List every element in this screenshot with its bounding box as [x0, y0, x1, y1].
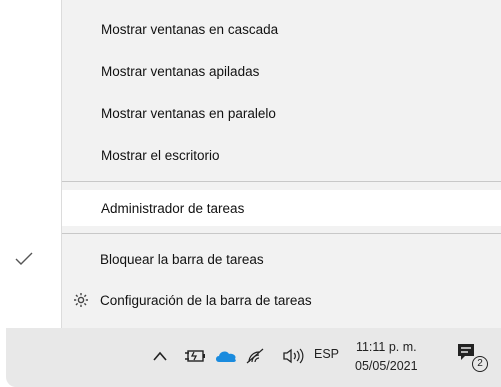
taskbar-context-menu: Mostrar ventanas en cascada Mostrar vent…: [61, 0, 501, 328]
wifi-icon[interactable]: [245, 345, 265, 367]
gear-icon: [71, 290, 91, 310]
menu-item-label: Mostrar ventanas apiladas: [101, 63, 260, 79]
menu-separator: [62, 181, 501, 182]
menu-item-label: Administrador de tareas: [101, 200, 245, 216]
menu-item-label: Mostrar el escritorio: [101, 147, 220, 163]
menu-item-taskbar-settings[interactable]: Configuración de la barra de tareas: [0, 282, 501, 318]
onedrive-cloud-icon[interactable]: [214, 345, 238, 367]
menu-separator: [62, 233, 501, 234]
checkmark-icon: [14, 249, 34, 269]
chevron-up-icon[interactable]: [152, 345, 168, 367]
action-center-button[interactable]: 2: [456, 342, 488, 372]
menu-item-label: Mostrar ventanas en cascada: [101, 21, 279, 37]
menu-item-side-by-side-windows[interactable]: Mostrar ventanas en paralelo: [62, 95, 501, 131]
menu-item-lock-taskbar[interactable]: Bloquear la barra de tareas: [0, 241, 501, 277]
taskbar-clock[interactable]: 11:11 p. m. 05/05/2021: [355, 338, 418, 376]
clock-date: 05/05/2021: [355, 359, 418, 373]
speaker-icon[interactable]: [282, 345, 304, 367]
menu-item-label: Configuración de la barra de tareas: [100, 292, 312, 308]
battery-charging-icon[interactable]: [184, 345, 206, 367]
menu-item-cascade-windows[interactable]: Mostrar ventanas en cascada: [62, 11, 501, 47]
menu-item-label: Mostrar ventanas en paralelo: [101, 105, 276, 121]
menu-item-label: Bloquear la barra de tareas: [100, 251, 264, 267]
notification-count-badge: 2: [472, 356, 488, 372]
menu-item-task-manager[interactable]: Administrador de tareas: [62, 190, 501, 226]
clock-time: 11:11 p. m.: [355, 340, 417, 354]
menu-item-stack-windows[interactable]: Mostrar ventanas apiladas: [62, 53, 501, 89]
menu-item-show-desktop[interactable]: Mostrar el escritorio: [62, 137, 501, 173]
input-language-indicator[interactable]: ESP: [314, 347, 339, 361]
taskbar: ESP 11:11 p. m. 05/05/2021 2: [6, 328, 501, 387]
screen: Mostrar ventanas en cascada Mostrar vent…: [0, 0, 501, 387]
